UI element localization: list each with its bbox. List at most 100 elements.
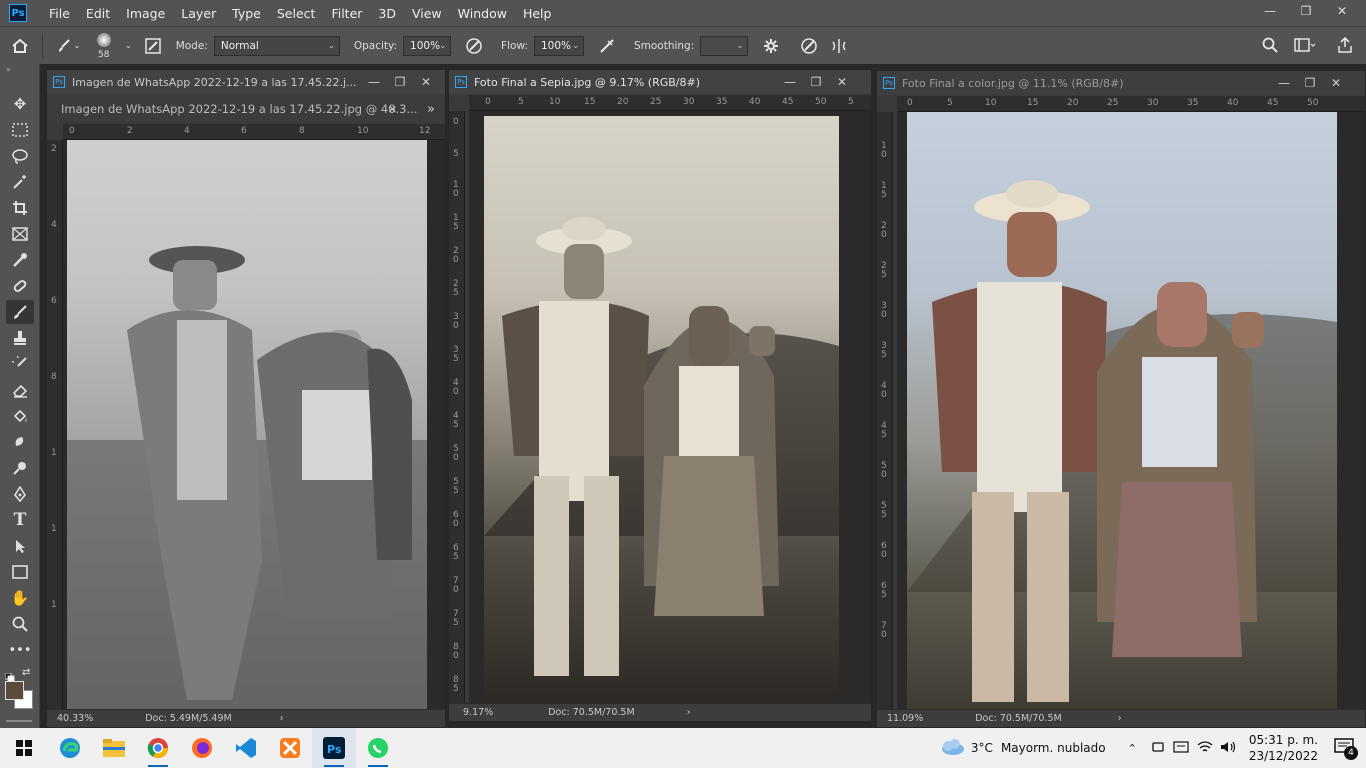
symmetry-icon[interactable]	[824, 37, 854, 55]
eyedropper-tool-icon[interactable]	[6, 248, 34, 272]
vscode-icon[interactable]	[224, 728, 268, 768]
meet-now-icon[interactable]	[1151, 740, 1165, 757]
crop-tool-icon[interactable]	[6, 196, 34, 220]
airbrush-icon[interactable]	[592, 37, 622, 55]
brush-preset-icon[interactable]: ⌄	[53, 38, 83, 54]
blur-tool-icon[interactable]	[6, 430, 34, 454]
menu-file[interactable]: File	[41, 6, 78, 21]
weather-description[interactable]: Mayorm. nublado	[1001, 741, 1106, 755]
menu-layer[interactable]: Layer	[173, 6, 224, 21]
marquee-tool-icon[interactable]	[6, 118, 34, 142]
document-close-button[interactable]: ✕	[1323, 76, 1349, 90]
app-close-button[interactable]: ✕	[1324, 0, 1360, 22]
chrome-icon[interactable]	[136, 728, 180, 768]
clock[interactable]: 05:31 p. m. 23/12/2022	[1249, 732, 1318, 764]
volume-icon[interactable]	[1219, 740, 1237, 757]
status-arrow-icon[interactable]: ›	[1118, 713, 1122, 724]
gear-icon[interactable]	[756, 38, 786, 54]
menu-edit[interactable]: Edit	[78, 6, 118, 21]
ruler-tick-label: 10	[549, 97, 561, 107]
pressure-opacity-icon[interactable]	[459, 37, 489, 55]
frame-tool-icon[interactable]	[6, 222, 34, 246]
document-tab[interactable]: Imagen de WhatsApp 2022-12-19 a las 17.4…	[47, 96, 445, 122]
chevron-down-icon[interactable]: ⌄	[125, 41, 132, 50]
app-minimize-button[interactable]: —	[1252, 0, 1288, 22]
pen-tool-icon[interactable]	[6, 482, 34, 506]
eraser-tool-icon[interactable]	[6, 378, 34, 402]
path-selection-tool-icon[interactable]	[6, 534, 34, 558]
document-close-button[interactable]: ✕	[829, 75, 855, 89]
quick-mask-icon[interactable]	[6, 720, 32, 728]
menu-type[interactable]: Type	[224, 6, 269, 21]
weather-cloud-icon[interactable]	[939, 738, 965, 759]
whatsapp-icon[interactable]	[356, 728, 400, 768]
move-tool-icon[interactable]: ✥	[6, 92, 34, 116]
type-tool-icon[interactable]: T	[6, 508, 34, 532]
zoom-level[interactable]: 40.33%	[57, 713, 93, 724]
foreground-color-swatch[interactable]	[5, 681, 24, 700]
more-tabs-icon[interactable]: »	[427, 102, 435, 117]
status-arrow-icon[interactable]: ›	[280, 713, 284, 724]
clone-stamp-tool-icon[interactable]	[6, 326, 34, 350]
document-canvas[interactable]	[63, 140, 445, 709]
menu-filter[interactable]: Filter	[323, 6, 370, 21]
dodge-tool-icon[interactable]	[6, 456, 34, 480]
edge-icon[interactable]	[48, 728, 92, 768]
input-method-icon[interactable]	[1173, 740, 1189, 757]
document-restore-button[interactable]: ❐	[387, 75, 413, 89]
share-icon[interactable]	[1337, 37, 1353, 53]
document-minimize-button[interactable]: —	[1271, 76, 1297, 90]
menu-window[interactable]: Window	[450, 6, 515, 21]
document-canvas[interactable]	[897, 112, 1365, 709]
hand-tool-icon[interactable]: ✋	[6, 586, 34, 610]
history-brush-tool-icon[interactable]	[6, 352, 34, 376]
menu-help[interactable]: Help	[515, 6, 560, 21]
home-icon[interactable]	[0, 38, 40, 54]
status-arrow-icon[interactable]: ›	[687, 707, 691, 718]
paint-bucket-tool-icon[interactable]	[6, 404, 34, 428]
document-canvas[interactable]	[469, 111, 871, 703]
lasso-tool-icon[interactable]	[6, 144, 34, 168]
brush-size-picker[interactable]: 58	[89, 29, 123, 63]
collapse-panel-icon[interactable]: »	[6, 65, 11, 74]
firefox-icon[interactable]	[180, 728, 224, 768]
file-explorer-icon[interactable]	[92, 728, 136, 768]
document-close-button[interactable]: ✕	[413, 75, 439, 89]
wifi-icon[interactable]	[1197, 740, 1213, 757]
more-tools-icon[interactable]: •••	[6, 638, 34, 662]
photoshop-taskbar-icon[interactable]: Ps	[312, 728, 356, 768]
rectangle-tool-icon[interactable]	[6, 560, 34, 584]
magic-wand-tool-icon[interactable]	[6, 170, 34, 194]
zoom-level[interactable]: 9.17%	[463, 707, 493, 718]
document-title: Foto Final a color.jpg @ 11.1% (RGB/8#)	[902, 76, 1124, 90]
document-restore-button[interactable]: ❐	[1297, 76, 1323, 90]
document-restore-button[interactable]: ❐	[803, 75, 829, 89]
document-minimize-button[interactable]: —	[777, 75, 803, 89]
menu-3d[interactable]: 3D	[370, 6, 404, 21]
menu-select[interactable]: Select	[269, 6, 324, 21]
close-tab-icon[interactable]: ✕	[388, 103, 397, 116]
healing-brush-tool-icon[interactable]	[6, 274, 34, 298]
chevron-up-icon[interactable]: ⌃	[1128, 742, 1137, 755]
windows-start-icon[interactable]	[0, 728, 48, 768]
flow-field[interactable]: 100% ⌄	[533, 35, 584, 56]
smoothing-field[interactable]: ⌄	[700, 35, 749, 56]
xampp-icon[interactable]	[268, 728, 312, 768]
menu-image[interactable]: Image	[118, 6, 173, 21]
default-colors-icon[interactable]	[4, 668, 15, 683]
mode-select[interactable]: Normal ⌄	[213, 35, 340, 56]
workspace-icon[interactable]	[1294, 37, 1316, 53]
notifications-icon[interactable]: 4	[1334, 737, 1358, 760]
pressure-size-icon[interactable]	[794, 37, 824, 55]
menu-view[interactable]: View	[404, 6, 450, 21]
zoom-tool-icon[interactable]	[6, 612, 34, 636]
weather-temperature[interactable]: 3°C	[971, 741, 993, 755]
document-minimize-button[interactable]: —	[361, 75, 387, 89]
brush-tool-icon[interactable]	[6, 300, 34, 324]
search-icon[interactable]	[1262, 37, 1278, 53]
app-restore-button[interactable]: ❐	[1288, 0, 1324, 22]
opacity-field[interactable]: 100% ⌄	[403, 35, 452, 56]
brush-settings-icon[interactable]	[138, 37, 168, 54]
swap-colors-icon[interactable]: ⇄	[22, 667, 30, 678]
zoom-level[interactable]: 11.09%	[887, 713, 923, 724]
